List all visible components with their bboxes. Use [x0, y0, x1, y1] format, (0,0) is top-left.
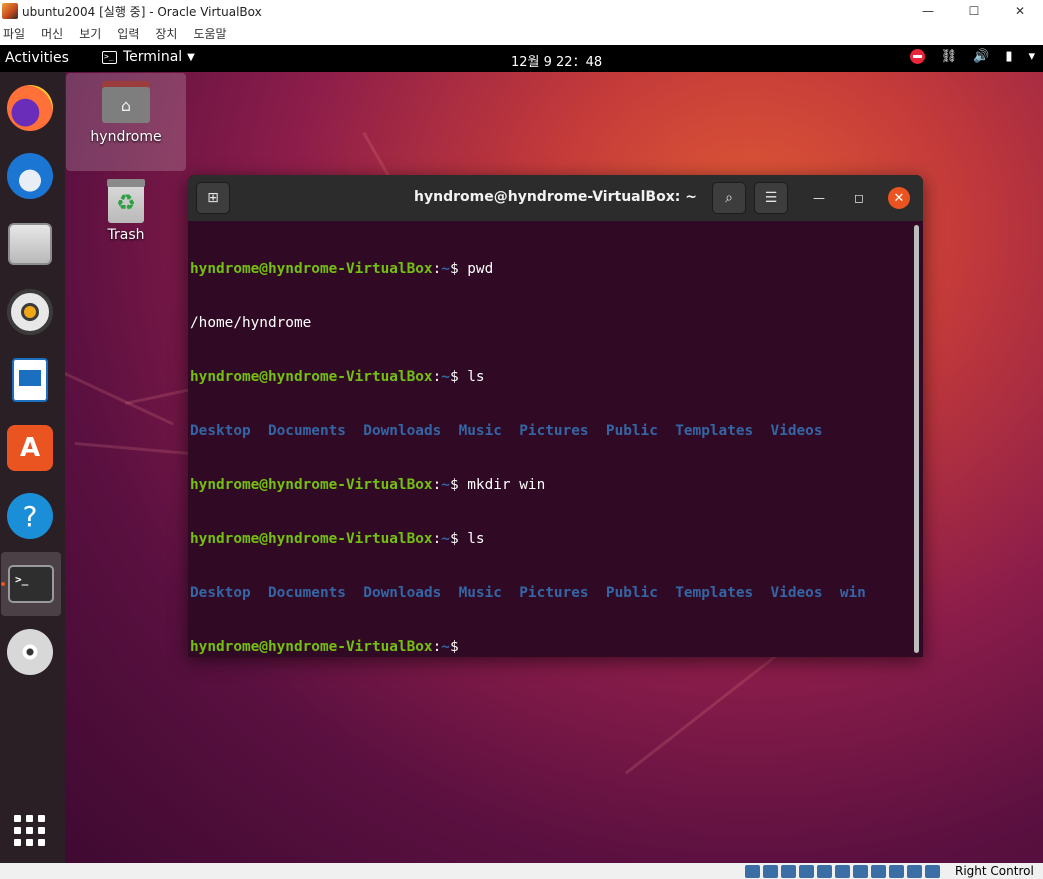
- dock-item-firefox[interactable]: [0, 76, 60, 140]
- firefox-icon: [7, 85, 53, 131]
- terminal-line: /home/hyndrome: [190, 315, 312, 331]
- close-button[interactable]: ✕: [997, 0, 1043, 22]
- close-button[interactable]: ✕: [888, 187, 910, 209]
- terminal-line: hyndrome@hyndrome-VirtualBox:~$ mkdir wi…: [190, 477, 546, 493]
- virtualbox-statusbar: Right Control: [0, 863, 1043, 879]
- desktop-icon-trash[interactable]: ♻ Trash: [66, 172, 186, 243]
- wallpaper-line: [65, 372, 174, 426]
- terminal-headerbar[interactable]: ⊞ hyndrome@hyndrome-VirtualBox: ~ ⌕ ☰ — …: [188, 175, 923, 221]
- battery-icon[interactable]: ▮: [1005, 49, 1012, 64]
- window-controls: — ☐ ✕: [905, 0, 1043, 22]
- display-icon[interactable]: [853, 865, 868, 878]
- virtualbox-titlebar: ubuntu2004 [실행 중] - Oracle VirtualBox — …: [0, 0, 1043, 22]
- dock-item-dvd[interactable]: [0, 620, 60, 684]
- app-menu[interactable]: >_ Terminal ▼: [102, 49, 195, 65]
- terminal-line: hyndrome@hyndrome-VirtualBox:~$ pwd: [190, 261, 494, 277]
- menu-input[interactable]: 입력: [114, 25, 148, 42]
- dock-item-software[interactable]: A: [0, 416, 60, 480]
- terminal-line: hyndrome@hyndrome-VirtualBox:~$ ls: [190, 369, 485, 385]
- dock-item-files[interactable]: [0, 212, 60, 276]
- maximize-button[interactable]: ☐: [951, 0, 997, 22]
- volume-icon[interactable]: 🔊: [973, 49, 989, 64]
- hdd-icon[interactable]: [745, 865, 760, 878]
- dock-item-help[interactable]: ?: [0, 484, 60, 548]
- cpu-icon[interactable]: [889, 865, 904, 878]
- app-menu-label: Terminal: [123, 49, 183, 65]
- system-tray[interactable]: ⛓ 🔊 ▮ ▾: [909, 49, 1035, 64]
- dock-item-terminal[interactable]: >_: [1, 552, 61, 616]
- software-icon: A: [7, 425, 53, 471]
- minimize-button[interactable]: —: [808, 187, 830, 209]
- terminal-icon: >_: [102, 50, 117, 64]
- trash-icon: ♻: [107, 179, 145, 223]
- rhythmbox-icon: [7, 289, 53, 335]
- menu-machine[interactable]: 머신: [38, 25, 72, 42]
- do-not-disturb-icon[interactable]: [909, 49, 925, 64]
- activities-button[interactable]: Activities: [5, 50, 69, 66]
- writer-icon: [12, 358, 48, 402]
- thunderbird-icon: [7, 153, 53, 199]
- optical-drive-icon[interactable]: [763, 865, 778, 878]
- dock: A ? >_: [0, 72, 65, 863]
- desktop-icon-home[interactable]: ⌂ hyndrome: [66, 73, 186, 171]
- chevron-down-icon[interactable]: ▾: [1028, 49, 1035, 64]
- desktop-icon-label: Trash: [107, 227, 145, 243]
- usb-icon[interactable]: [817, 865, 832, 878]
- dock-item-rhythmbox[interactable]: [0, 280, 60, 344]
- shared-folders-icon[interactable]: [835, 865, 850, 878]
- menu-help[interactable]: 도움말: [190, 25, 235, 42]
- screen: ubuntu2004 [실행 중] - Oracle VirtualBox — …: [0, 0, 1043, 879]
- terminal-line: Desktop Documents Downloads Music Pictur…: [190, 423, 823, 439]
- ubuntu-topbar: Activities >_ Terminal ▼ 12월 9 22：48 ⛓ 🔊…: [0, 45, 1043, 72]
- terminal-scrollbar[interactable]: [914, 225, 919, 653]
- files-icon: [8, 223, 52, 265]
- virtualbox-app-icon: [2, 3, 18, 19]
- terminal-output[interactable]: hyndrome@hyndrome-VirtualBox:~$ pwd /hom…: [190, 224, 910, 657]
- menu-devices[interactable]: 장치: [152, 25, 186, 42]
- dock-item-thunderbird[interactable]: [0, 144, 60, 208]
- terminal-line: hyndrome@hyndrome-VirtualBox:~$ ls: [190, 531, 485, 547]
- terminal-icon: >_: [8, 565, 54, 603]
- network-icon[interactable]: [799, 865, 814, 878]
- virtualbox-menubar: 파일 머신 보기 입력 장치 도움말: [0, 22, 1043, 45]
- terminal-window[interactable]: ⊞ hyndrome@hyndrome-VirtualBox: ~ ⌕ ☰ — …: [188, 175, 923, 657]
- window-title: ubuntu2004 [실행 중] - Oracle VirtualBox: [22, 4, 262, 19]
- desktop-icon-label: hyndrome: [90, 129, 162, 145]
- home-folder-icon: ⌂: [102, 81, 150, 123]
- search-button[interactable]: ⌕: [712, 182, 746, 214]
- minimize-button[interactable]: —: [905, 0, 951, 22]
- menu-file[interactable]: 파일: [0, 25, 34, 42]
- keyboard-icon[interactable]: [925, 865, 940, 878]
- menu-view[interactable]: 보기: [76, 25, 110, 42]
- maximize-button[interactable]: ◻: [848, 187, 870, 209]
- host-key-label: Right Control: [955, 864, 1034, 878]
- terminal-line: hyndrome@hyndrome-VirtualBox:~$: [190, 639, 468, 655]
- caret-down-icon: ▼: [187, 51, 195, 63]
- show-applications-icon[interactable]: [14, 815, 46, 847]
- dock-item-writer[interactable]: [0, 348, 60, 412]
- recording-icon[interactable]: [871, 865, 886, 878]
- clock[interactable]: 12월 9 22：48: [511, 51, 602, 70]
- terminal-line: Desktop Documents Downloads Music Pictur…: [190, 585, 866, 601]
- help-icon: ?: [7, 493, 53, 539]
- dvd-icon: [7, 629, 53, 675]
- running-indicator: [1, 582, 5, 586]
- audio-icon[interactable]: [781, 865, 796, 878]
- mouse-integration-icon[interactable]: [907, 865, 922, 878]
- network-icon[interactable]: ⛓: [941, 49, 958, 64]
- hamburger-menu-button[interactable]: ☰: [754, 182, 788, 214]
- status-icons: [745, 865, 940, 878]
